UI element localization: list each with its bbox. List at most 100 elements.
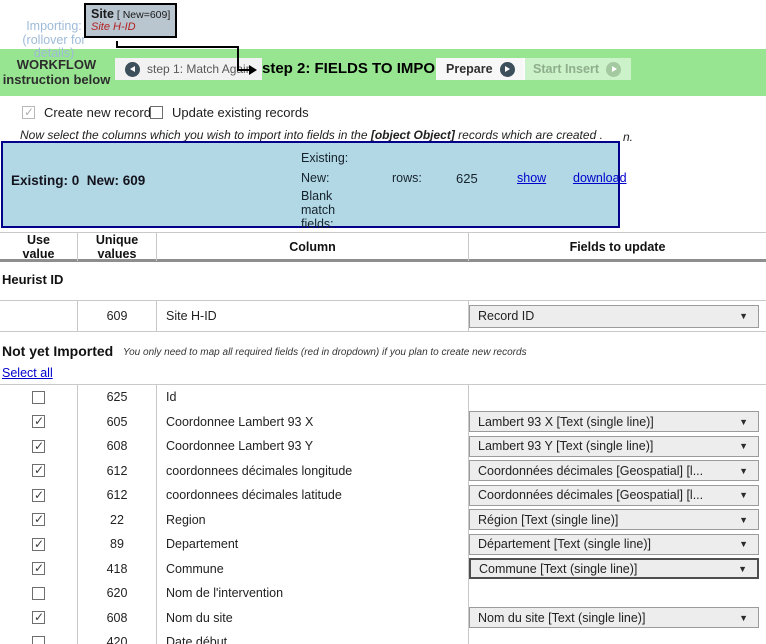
table-row: 420 Date début: [0, 630, 766, 644]
field-dropdown[interactable]: Coordonnées décimales [Geospatial] [l...…: [469, 460, 759, 481]
field-dropdown[interactable]: Région [Text (single line)] ▼: [469, 509, 759, 530]
field-dropdown-value: Commune [Text (single line)]: [479, 562, 637, 576]
row-checkbox[interactable]: [32, 611, 45, 624]
row-column-name: Nom de l'intervention: [157, 581, 469, 606]
heurist-row-column-name: Site H-ID: [157, 301, 469, 331]
header-unique-values: Unique values: [78, 233, 157, 261]
field-dropdown-value: Région [Text (single line)]: [478, 513, 618, 527]
heurist-id-section-title: Heurist ID: [2, 272, 63, 287]
row-count: 608: [78, 434, 157, 459]
row-column-name: coordonnees décimales latitude: [157, 483, 469, 508]
chevron-down-icon: ▼: [739, 539, 748, 549]
field-dropdown[interactable]: Lambert 93 Y [Text (single line)] ▼: [469, 436, 759, 457]
instruction-text: Now select the columns which you wish to…: [20, 128, 603, 142]
import-summary-box: Existing: 0 New: 609 Existing: New: Blan…: [1, 141, 620, 228]
field-dropdown-value: Coordonnées décimales [Geospatial] [l...: [478, 488, 703, 502]
row-count: 605: [78, 410, 157, 435]
row-checkbox[interactable]: [32, 513, 45, 526]
arrow-left-circle-icon: [125, 62, 140, 77]
rows-label: rows:: [392, 171, 422, 185]
row-checkbox[interactable]: [32, 538, 45, 551]
arrow-right-circle-icon: [500, 62, 515, 77]
row-column-name: Date début: [157, 630, 469, 644]
row-checkbox[interactable]: [32, 415, 45, 428]
not-imported-table: 625 Id 605 Coordonnee Lambert 93 X Lambe…: [0, 384, 766, 644]
row-checkbox[interactable]: [32, 489, 45, 502]
row-checkbox[interactable]: [32, 464, 45, 477]
row-column-name: Commune: [157, 557, 469, 582]
row-column-name: Departement: [157, 532, 469, 557]
field-dropdown[interactable]: Coordonnées décimales [Geospatial] [l...…: [469, 485, 759, 506]
field-dropdown-value: Département [Text (single line)]: [478, 537, 651, 551]
field-dropdown[interactable]: Lambert 93 X [Text (single line)] ▼: [469, 411, 759, 432]
row-count: 22: [78, 508, 157, 533]
table-row: 605 Coordonnee Lambert 93 X Lambert 93 X…: [0, 410, 766, 435]
row-checkbox[interactable]: [32, 636, 45, 644]
update-existing-records-checkbox[interactable]: [150, 106, 163, 119]
heurist-id-row: 609 Site H-ID Record ID ▼: [0, 300, 766, 332]
row-column-name: coordonnees décimales longitude: [157, 459, 469, 484]
row-count: 625: [78, 385, 157, 410]
field-dropdown-value: Lambert 93 Y [Text (single line)]: [478, 439, 653, 453]
create-new-records-label: Create new records: [44, 105, 157, 120]
chevron-down-icon: ▼: [739, 311, 748, 321]
table-row: 625 Id: [0, 385, 766, 410]
start-insert-button: Start Insert: [523, 58, 631, 80]
not-yet-imported-note: You only need to map all required fields…: [123, 347, 527, 358]
show-link[interactable]: show: [517, 171, 546, 185]
chevron-down-icon: ▼: [739, 490, 748, 500]
chevron-down-icon: ▼: [739, 417, 748, 427]
header-column: Column: [157, 233, 469, 261]
table-row: 620 Nom de l'intervention: [0, 581, 766, 606]
tooltip-count: [ New=609]: [114, 9, 170, 21]
field-dropdown[interactable]: Nom du site [Text (single line)] ▼: [469, 607, 759, 628]
create-new-records-checkbox[interactable]: [22, 106, 35, 119]
table-row: 89 Departement Département [Text (single…: [0, 532, 766, 557]
row-count: 89: [78, 532, 157, 557]
record-id-dropdown[interactable]: Record ID ▼: [469, 305, 759, 328]
table-row: 418 Commune Commune [Text (single line)]…: [0, 557, 766, 582]
rows-count: 625: [456, 171, 478, 186]
field-dropdown[interactable]: Commune [Text (single line)] ▼: [469, 558, 759, 579]
tooltip-title: Site: [91, 7, 114, 21]
row-checkbox[interactable]: [32, 562, 45, 575]
row-count: 418: [78, 557, 157, 582]
header-fields-to-update: Fields to update: [469, 233, 766, 261]
row-checkbox[interactable]: [32, 440, 45, 453]
field-dropdown-value: Coordonnées décimales [Geospatial] [l...: [478, 464, 703, 478]
row-column-name: Region: [157, 508, 469, 533]
row-count: 608: [78, 606, 157, 631]
field-dropdown[interactable]: Département [Text (single line)] ▼: [469, 534, 759, 555]
row-count: 620: [78, 581, 157, 606]
field-dropdown-value: Record ID: [478, 309, 534, 323]
row-column-name: Id: [157, 385, 469, 410]
row-checkbox[interactable]: [32, 391, 45, 404]
select-all-link[interactable]: Select all: [2, 366, 53, 380]
connector-line: [237, 46, 239, 71]
row-count: 420: [78, 630, 157, 644]
connector-arrowhead: [249, 65, 257, 75]
table-row: 608 Coordonnee Lambert 93 Y Lambert 93 Y…: [0, 434, 766, 459]
obscured-text-fragment: n.: [623, 130, 633, 144]
chevron-down-icon: ▼: [739, 466, 748, 476]
header-use-value: Use value: [0, 233, 78, 261]
row-column-name: Nom du site: [157, 606, 469, 631]
download-link[interactable]: download: [573, 171, 627, 185]
not-yet-imported-title: Not yet Imported: [2, 343, 113, 359]
table-row: 612 coordonnees décimales latitude Coord…: [0, 483, 766, 508]
table-row: 22 Region Région [Text (single line)] ▼: [0, 508, 766, 533]
tooltip-subtitle: Site H-ID: [91, 21, 170, 33]
existing-new-stats: Existing: 0 New: 609: [11, 173, 145, 188]
row-count: 612: [78, 459, 157, 484]
chevron-down-icon: ▼: [739, 613, 748, 623]
arrow-right-circle-icon-disabled: [606, 62, 621, 77]
prepare-button[interactable]: Prepare: [436, 58, 525, 80]
workflow-label: WORKFLOW instruction below: [0, 57, 113, 87]
record-type-tooltip: Site [ New=609] Site H-ID: [84, 3, 177, 38]
row-column-name: Coordonnee Lambert 93 Y: [157, 434, 469, 459]
new-label: New:: [301, 171, 329, 185]
row-checkbox[interactable]: [32, 587, 45, 600]
table-row: 612 coordonnees décimales longitude Coor…: [0, 459, 766, 484]
mapping-table-header: Use value Unique values Column Fields to…: [0, 232, 766, 262]
connector-line: [237, 69, 249, 71]
